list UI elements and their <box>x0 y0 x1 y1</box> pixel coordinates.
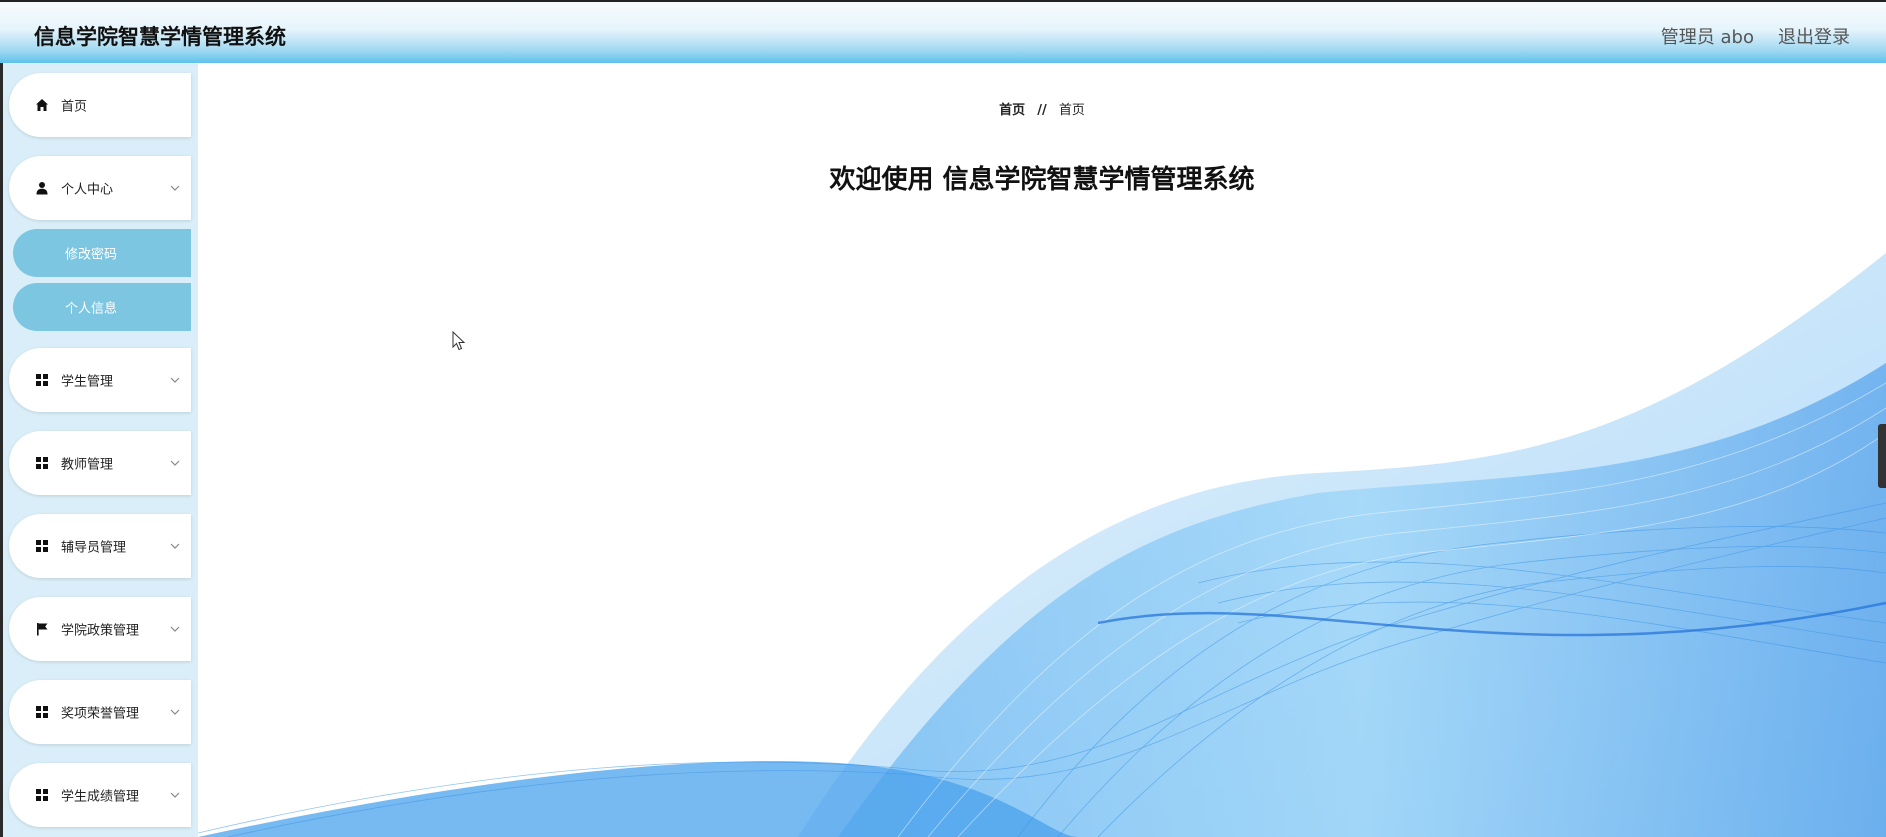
mouse-cursor-icon <box>452 331 466 351</box>
grid-icon <box>36 457 48 469</box>
sidebar-item-home[interactable]: 首页 <box>9 73 191 137</box>
chevron-down-icon <box>170 709 180 715</box>
scrollbar-thumb[interactable] <box>1878 424 1886 488</box>
sidebar-item-label: 教师管理 <box>61 457 114 473</box>
home-icon <box>36 99 48 111</box>
sidebar-item-student-management[interactable]: 学生管理 <box>9 348 191 412</box>
top-bar: 信息学院智慧学情管理系统 管理员 abo 退出登录 <box>0 0 1886 63</box>
grid-icon <box>36 374 48 386</box>
chevron-down-icon <box>170 460 180 466</box>
user-icon <box>36 182 48 195</box>
main-content: 首页 // 首页 欢迎使用 信息学院智慧学情管理系统 <box>198 63 1886 837</box>
sidebar-item-label: 个人中心 <box>61 182 114 198</box>
chevron-down-icon <box>170 626 180 632</box>
breadcrumb-home-link[interactable]: 首页 <box>999 103 1025 118</box>
app-title: 信息学院智慧学情管理系统 <box>34 25 286 49</box>
sidebar-item-teacher-management[interactable]: 教师管理 <box>9 431 191 495</box>
grid-icon <box>36 540 48 552</box>
sidebar-subitem-label: 个人信息 <box>65 301 118 317</box>
chevron-down-icon <box>170 543 180 549</box>
welcome-heading: 欢迎使用 信息学院智慧学情管理系统 <box>829 165 1255 195</box>
sidebar-item-policy-management[interactable]: 学院政策管理 <box>9 597 191 661</box>
breadcrumb-separator: // <box>1037 103 1047 118</box>
sidebar-item-label: 首页 <box>61 99 88 115</box>
sidebar-item-personal-center[interactable]: 个人中心 <box>9 156 191 220</box>
logout-link[interactable]: 退出登录 <box>1778 23 1850 49</box>
chevron-down-icon <box>170 185 180 191</box>
sidebar-item-award-management[interactable]: 奖项荣誉管理 <box>9 680 191 744</box>
sidebar-item-label: 学院政策管理 <box>61 623 140 639</box>
current-user: 管理员 abo <box>1660 27 1754 48</box>
sidebar-item-label: 奖项荣誉管理 <box>61 706 140 722</box>
chevron-down-icon <box>170 792 180 798</box>
grid-icon <box>36 789 48 801</box>
sidebar-item-label: 学生成绩管理 <box>61 789 140 805</box>
sidebar-subitem-personal-info[interactable]: 个人信息 <box>13 283 191 331</box>
sidebar-subitem-change-password[interactable]: 修改密码 <box>13 229 191 277</box>
breadcrumb: 首页 // 首页 <box>198 99 1886 118</box>
sidebar-subitem-label: 修改密码 <box>65 247 118 263</box>
sidebar-item-label: 学生管理 <box>61 374 114 390</box>
sidebar-item-label: 辅导员管理 <box>61 540 127 556</box>
breadcrumb-current: 首页 <box>1058 103 1085 118</box>
grid-icon <box>36 706 48 718</box>
sidebar: 首页 个人中心 修改密码 个人信息 学生管理 教师管理 辅导员管理 学院政策管理… <box>0 63 198 837</box>
flag-icon <box>37 623 48 636</box>
sidebar-item-counselor-management[interactable]: 辅导员管理 <box>9 514 191 578</box>
sidebar-item-grade-management[interactable]: 学生成绩管理 <box>9 763 191 827</box>
chevron-down-icon <box>170 377 180 383</box>
